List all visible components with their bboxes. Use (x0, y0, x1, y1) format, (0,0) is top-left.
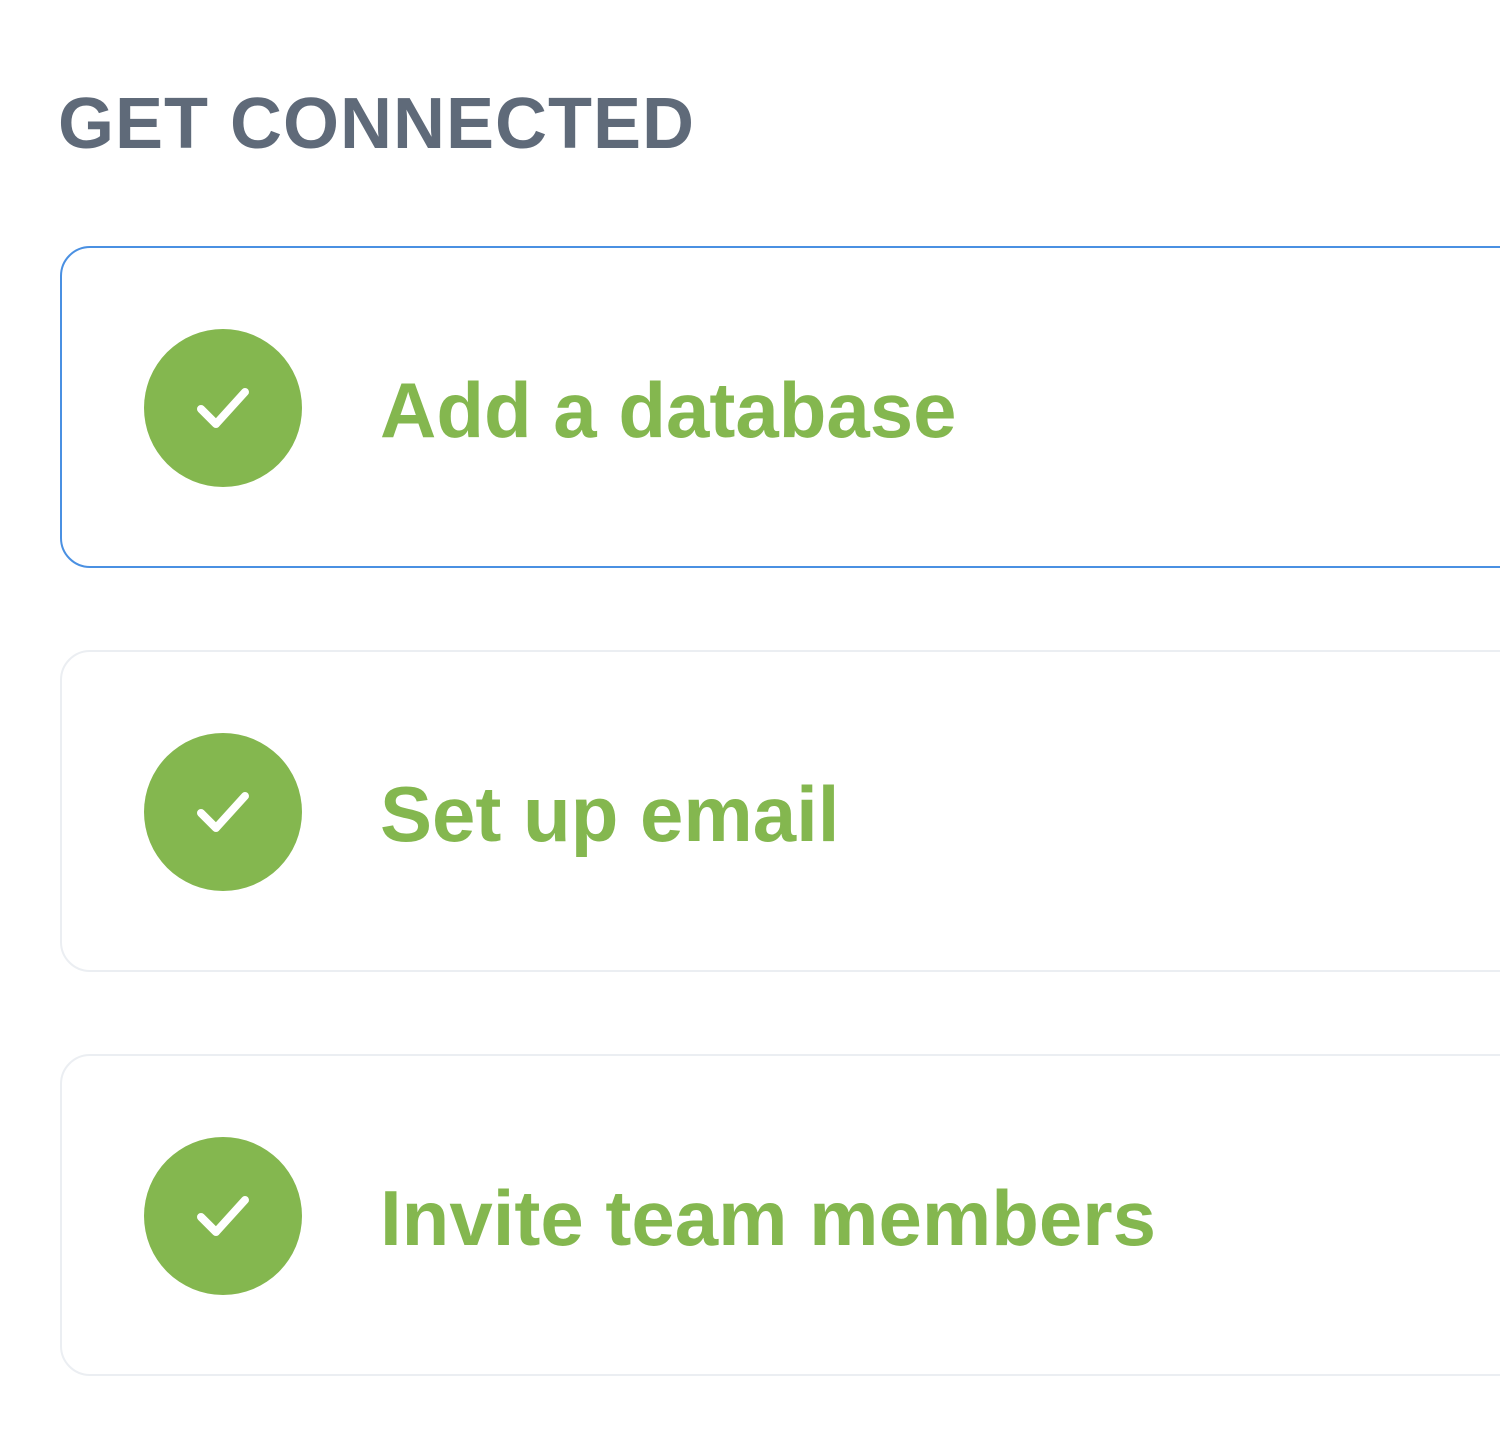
section-title: GET CONNECTED (58, 84, 696, 164)
check-icon (197, 1196, 249, 1236)
complete-status-icon (144, 733, 302, 891)
check-icon (197, 792, 249, 832)
check-icon (197, 388, 249, 428)
get-connected-page: GET CONNECTED Add a database Set up emai… (0, 0, 1500, 1429)
step-list: Add a database Set up email Invite team … (60, 246, 1500, 1429)
complete-status-icon (144, 1137, 302, 1295)
step-card-add-database[interactable]: Add a database (60, 246, 1500, 568)
step-label: Set up email (380, 770, 840, 858)
complete-status-icon (144, 329, 302, 487)
step-card-invite-team-members[interactable]: Invite team members (60, 1054, 1500, 1376)
step-label: Invite team members (380, 1174, 1157, 1262)
step-card-set-up-email[interactable]: Set up email (60, 650, 1500, 972)
step-label: Add a database (380, 366, 957, 454)
